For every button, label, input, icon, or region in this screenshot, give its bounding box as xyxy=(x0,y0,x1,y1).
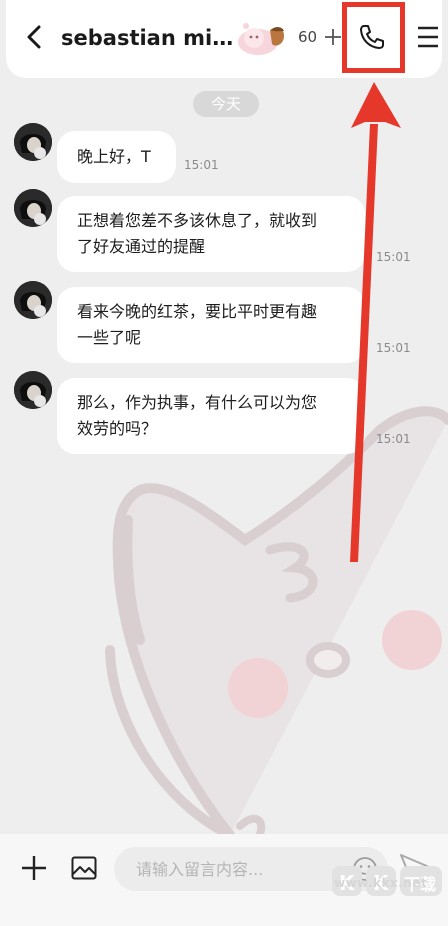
message-text-line: 一些了呢 xyxy=(77,328,142,347)
avatar[interactable] xyxy=(14,189,52,227)
message-text-line: 看来今晚的红茶，要比平时更有趣 xyxy=(77,302,318,321)
coin-count: 60 xyxy=(298,28,318,46)
message-time: 15:01 xyxy=(376,341,411,355)
message-text-line: 了好友通过的提醒 xyxy=(77,237,206,256)
avatar[interactable] xyxy=(14,281,52,319)
image-icon[interactable] xyxy=(70,854,98,882)
add-coin-icon[interactable] xyxy=(322,26,344,48)
message-text-line: 效劳的吗？ xyxy=(77,419,158,438)
back-icon[interactable] xyxy=(20,22,50,52)
plus-icon[interactable] xyxy=(20,854,48,882)
message-bubble[interactable]: 那么，作为执事，有什么可以为您 效劳的吗？ xyxy=(57,378,365,454)
message-bubble[interactable]: 晚上好，T xyxy=(57,131,176,183)
avatar[interactable] xyxy=(14,371,52,409)
contact-name-title: sebastian mi… xyxy=(61,26,233,50)
message-time: 15:01 xyxy=(376,432,411,446)
pet-badge-icon[interactable] xyxy=(234,14,298,58)
message-bubble[interactable]: 看来今晚的红茶，要比平时更有趣 一些了呢 xyxy=(57,287,365,363)
message-text-line: 那么，作为执事，有什么可以为您 xyxy=(77,393,318,412)
phone-icon[interactable] xyxy=(357,22,387,52)
menu-icon[interactable] xyxy=(416,24,440,50)
message-text-line: 正想着您差不多该休息了，就收到 xyxy=(77,211,318,230)
watermark-url: www.kkx.net xyxy=(334,876,428,890)
message-bubble[interactable]: 正想着您差不多该休息了，就收到 了好友通过的提醒 xyxy=(57,196,365,272)
site-watermark-logo: K K 下载 xyxy=(332,866,442,896)
message-time: 15:01 xyxy=(376,250,411,264)
message-text: 晚上好，T xyxy=(77,147,151,166)
message-time: 15:01 xyxy=(184,158,219,172)
date-divider: 今天 xyxy=(193,91,259,117)
avatar[interactable] xyxy=(14,123,52,161)
